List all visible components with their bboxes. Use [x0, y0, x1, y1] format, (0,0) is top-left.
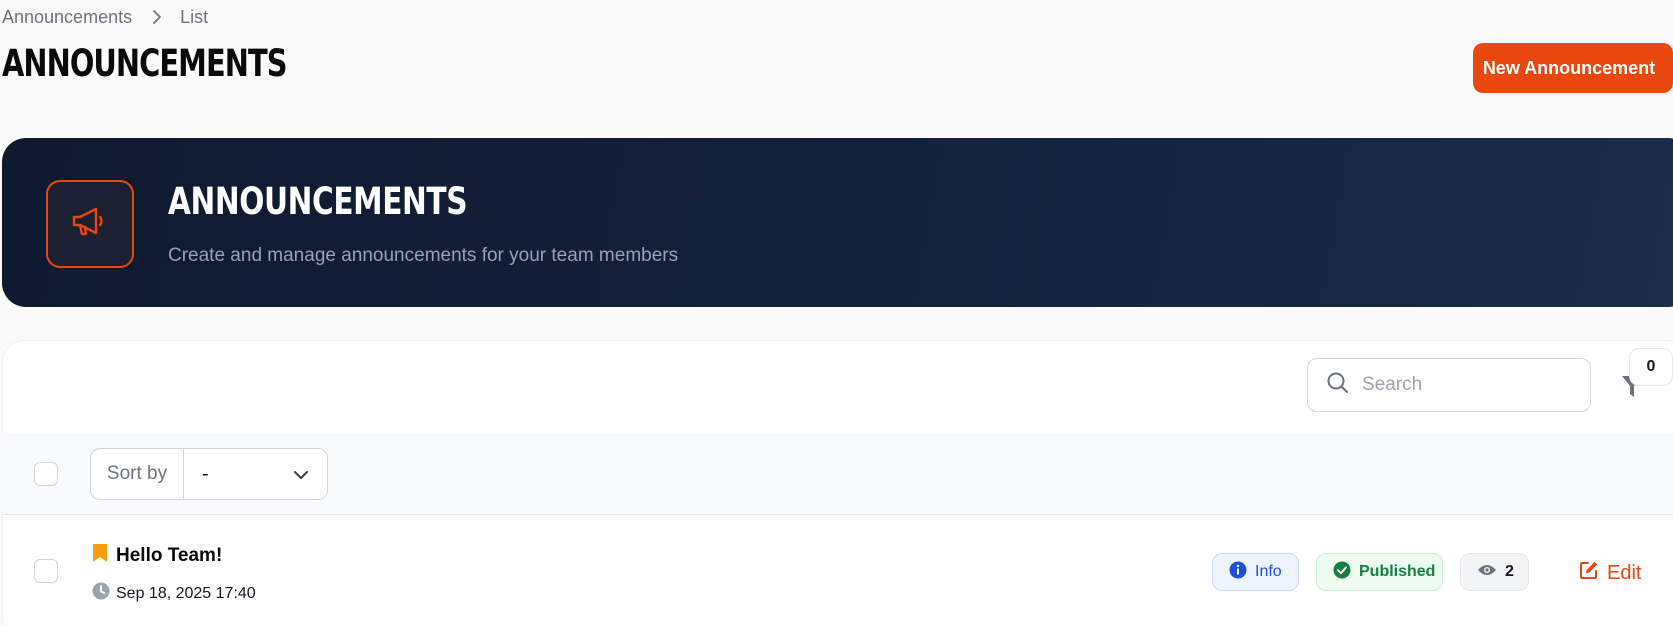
new-announcement-button[interactable]: New Announcement [1473, 43, 1673, 93]
search-icon [1326, 371, 1350, 400]
hero-icon-box [46, 180, 134, 268]
select-all-checkbox[interactable] [34, 462, 58, 486]
status-badge-published: Published [1316, 553, 1443, 591]
announcement-date-text: Sep 18, 2025 17:40 [116, 584, 256, 602]
check-circle-icon [1333, 561, 1351, 584]
search-input[interactable] [1362, 374, 1562, 396]
edit-icon [1579, 560, 1599, 586]
type-badge-info: Info [1212, 553, 1299, 591]
type-label: Info [1255, 563, 1282, 580]
breadcrumb-current: List [180, 6, 209, 27]
views-badge: 2 [1460, 553, 1529, 591]
bookmark-icon [92, 543, 108, 569]
sort-control: Sort by - [90, 448, 328, 500]
chevron-down-icon [293, 463, 309, 486]
announcement-title[interactable]: Hello Team! [92, 543, 222, 569]
edit-label: Edit [1607, 561, 1642, 584]
sort-select[interactable]: - [184, 463, 327, 486]
hero-subtitle: Create and manage announcements for your… [168, 245, 679, 266]
hero-title: ANNOUNCEMENTS [168, 180, 468, 223]
sort-value: - [202, 462, 209, 485]
search-field[interactable] [1307, 358, 1591, 412]
clock-icon [92, 582, 110, 605]
status-label: Published [1359, 563, 1436, 580]
row-checkbox[interactable] [34, 559, 58, 583]
announcement-date: Sep 18, 2025 17:40 [92, 582, 256, 605]
filter-count-badge: 0 [1629, 348, 1673, 386]
sort-label: Sort by [91, 449, 184, 499]
edit-button[interactable]: Edit [1579, 558, 1641, 588]
megaphone-icon [70, 205, 110, 244]
views-count: 2 [1505, 563, 1514, 580]
breadcrumb: Announcements List [2, 4, 208, 30]
eye-icon [1477, 563, 1497, 582]
chevron-right-icon [152, 9, 162, 25]
breadcrumb-announcements-link[interactable]: Announcements [2, 7, 132, 28]
announcement-title-text: Hello Team! [116, 545, 223, 566]
info-icon [1229, 561, 1247, 584]
hero-banner: ANNOUNCEMENTS Create and manage announce… [2, 138, 1673, 307]
page-title: ANNOUNCEMENTS [2, 42, 287, 85]
